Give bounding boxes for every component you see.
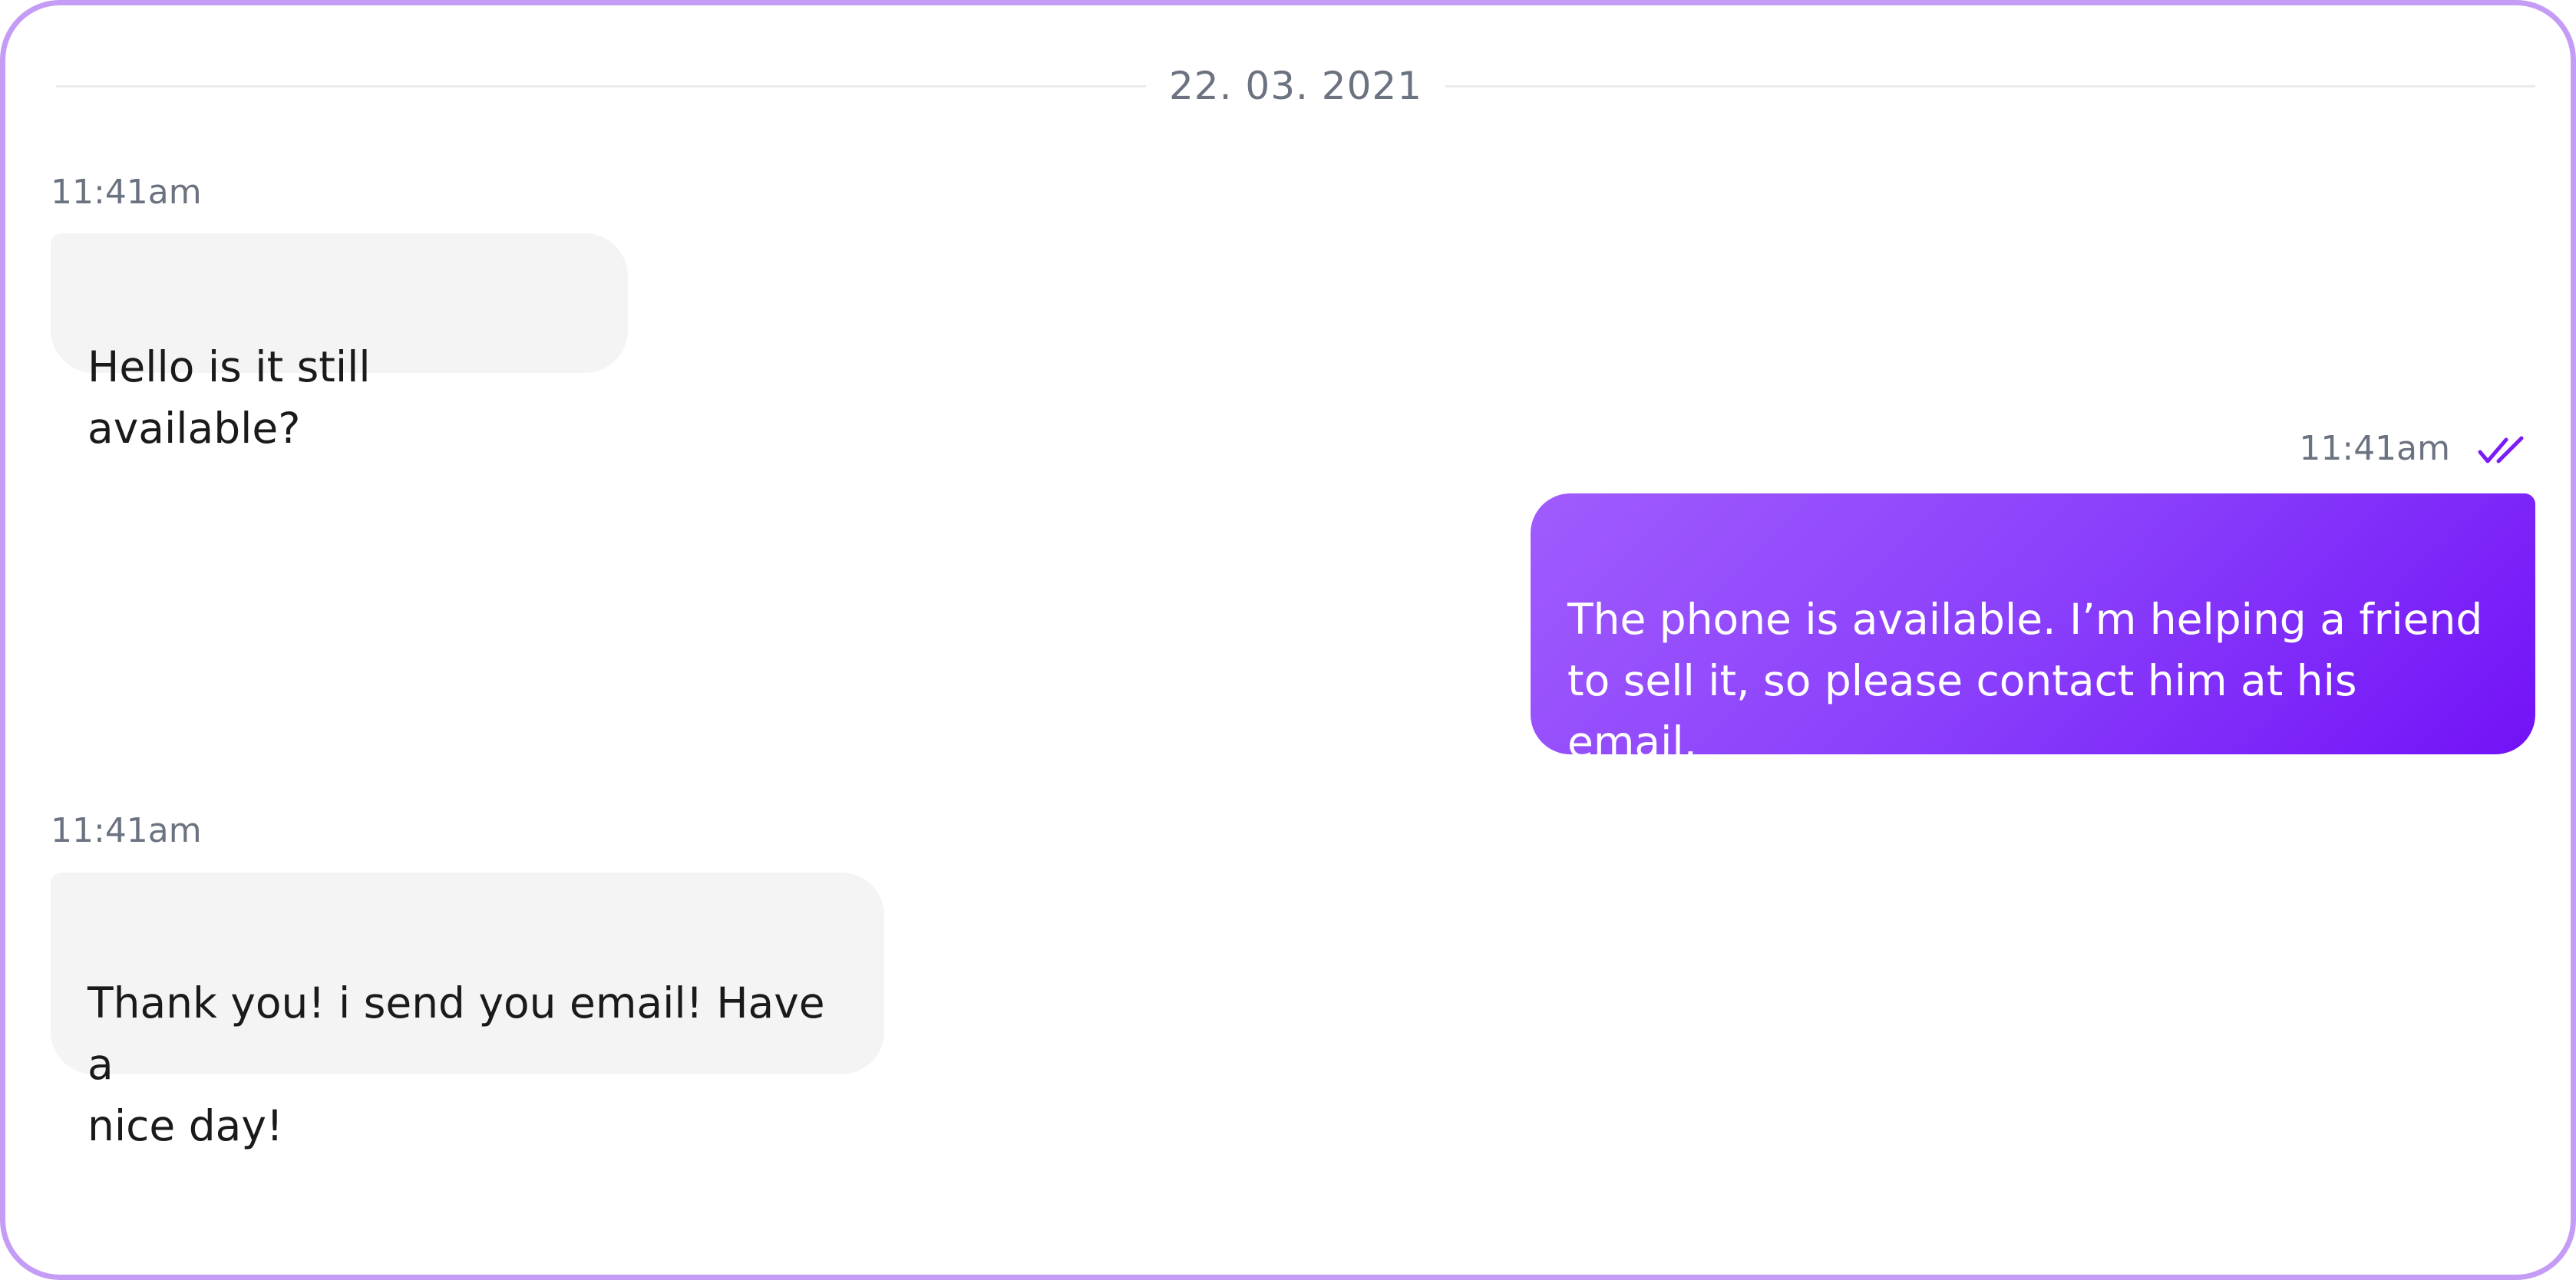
outgoing-message-bubble[interactable]: The phone is available. I’m helping a fr… [1531, 493, 2535, 828]
incoming-message-bubble[interactable]: Thank you! i send you email! Have a nice… [51, 873, 884, 1150]
message-timestamp: 11:41am [2299, 429, 2450, 468]
message-timestamp: 11:41am [51, 173, 202, 212]
divider-line-left [56, 84, 1146, 87]
double-check-icon [2478, 436, 2524, 464]
message-text: Thank you! i send you email! Have a nice… [88, 978, 825, 1150]
incoming-message-bubble[interactable]: Hello is it still available? [51, 233, 628, 453]
message-text: The phone is available. I’m helping a fr… [1567, 595, 2483, 828]
message-timestamp: 11:41am [51, 811, 202, 850]
date-label: 22. 03. 2021 [1168, 64, 1423, 108]
chat-window: 22. 03. 2021 11:41am Hello is it still a… [0, 0, 2576, 1280]
date-divider: 22. 03. 2021 [56, 59, 2536, 113]
divider-line-right [1445, 84, 2536, 87]
message-text: Hello is it still available? [88, 342, 371, 453]
